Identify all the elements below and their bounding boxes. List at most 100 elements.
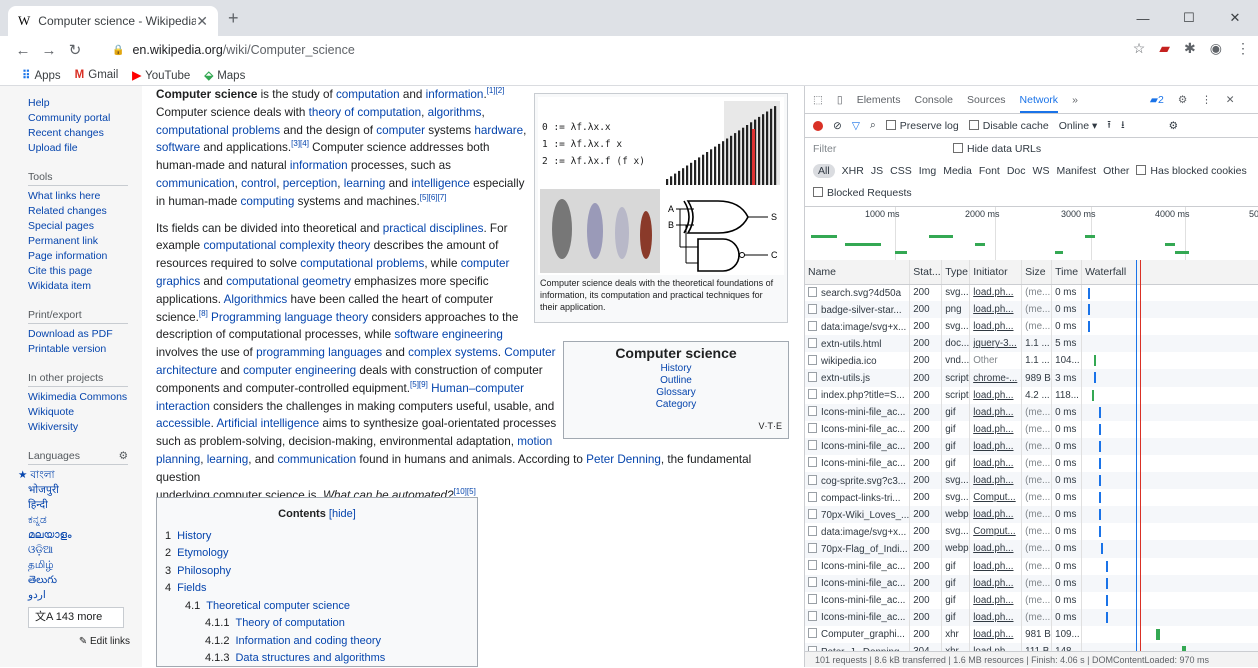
initiator-cell[interactable]: load.ph...: [969, 557, 1023, 575]
forward-icon[interactable]: →: [36, 42, 62, 59]
sidebar-link-recent-changes[interactable]: Recent changes: [28, 126, 142, 141]
devtools-tab-network[interactable]: Network: [1019, 94, 1059, 113]
has-blocked-cookies-checkbox[interactable]: Has blocked cookies: [1136, 165, 1247, 177]
type-filter-doc[interactable]: Doc: [1007, 165, 1026, 177]
initiator-cell[interactable]: load.ph...: [969, 591, 1023, 609]
navbox-link-history[interactable]: History: [564, 363, 788, 375]
navbox-link-category[interactable]: Category: [564, 399, 788, 411]
vte-links[interactable]: V·T·E: [759, 420, 783, 432]
network-request-row[interactable]: Icons-mini-file_ac... 200 gif load.ph... (me…: [805, 437, 1258, 455]
network-request-row[interactable]: Icons-mini-file_ac... 200 gif load.ph... (me…: [805, 608, 1258, 626]
pdf-extension-icon[interactable]: ▰: [1159, 40, 1170, 57]
type-filter-other[interactable]: Other: [1103, 165, 1129, 177]
initiator-cell[interactable]: load.ph...: [969, 540, 1023, 558]
article-link[interactable]: architecture: [156, 364, 217, 377]
sidebar-link-special-pages[interactable]: Special pages: [28, 219, 142, 234]
minimize-icon[interactable]: —: [1120, 0, 1166, 36]
bookmark-maps[interactable]: ⬙ Maps: [204, 68, 245, 82]
menu-kebab-icon[interactable]: ⋮: [1236, 40, 1250, 57]
toc-link[interactable]: Theory of computation: [235, 617, 344, 629]
edit-links[interactable]: ✎ Edit links: [28, 634, 130, 649]
link-computer[interactable]: computer: [376, 124, 425, 137]
article-link[interactable]: practical disciplines: [383, 222, 484, 235]
language-link[interactable]: తెలుగు: [28, 573, 142, 588]
devtools-tab-sources[interactable]: Sources: [967, 94, 1006, 106]
blocked-requests-checkbox[interactable]: Blocked Requests: [813, 187, 912, 199]
sidebar-link-what-links-here[interactable]: What links here: [28, 189, 142, 204]
devtools-close-icon[interactable]: ✕: [1226, 94, 1235, 106]
initiator-cell[interactable]: load.ph...: [969, 318, 1023, 336]
network-request-row[interactable]: Icons-mini-file_ac... 200 gif load.ph... (me…: [805, 574, 1258, 592]
article-link[interactable]: computer: [461, 257, 510, 270]
column-header-time[interactable]: Time: [1051, 260, 1083, 285]
link-learning[interactable]: learning: [344, 177, 386, 190]
link-information[interactable]: information: [426, 88, 484, 101]
column-header-size[interactable]: Size: [1021, 260, 1053, 285]
network-request-row[interactable]: data:image/svg+x... 200 svg... Comput... (me…: [805, 523, 1258, 541]
close-tab-icon[interactable]: ✕: [196, 13, 208, 30]
window-close-icon[interactable]: ✕: [1212, 0, 1258, 36]
sidebar-link-permanent-link[interactable]: Permanent link: [28, 234, 142, 249]
link-hardware[interactable]: hardware: [474, 124, 523, 137]
filter-input[interactable]: Filter: [813, 143, 913, 155]
link-computational-problems[interactable]: computational problems: [156, 124, 280, 137]
initiator-cell[interactable]: load.ph...: [969, 574, 1023, 592]
language-link[interactable]: ଓଡ଼ିଆ: [28, 543, 142, 558]
article-link[interactable]: Artificial intelligence: [216, 417, 319, 430]
extensions-puzzle-icon[interactable]: ✱: [1184, 40, 1196, 57]
devtools-tab-console[interactable]: Console: [914, 94, 953, 106]
article-link[interactable]: software engineering: [394, 328, 503, 341]
type-filter-font[interactable]: Font: [979, 165, 1000, 177]
sidebar-link-community-portal[interactable]: Community portal: [28, 111, 142, 126]
bookmark-youtube[interactable]: ▶ YouTube: [132, 68, 190, 82]
sidebar-link-wikimedia-commons[interactable]: Wikimedia Commons: [28, 390, 142, 405]
more-tabs-chevron-icon[interactable]: »: [1072, 94, 1078, 106]
citation[interactable]: [8]: [199, 309, 208, 318]
column-header-name[interactable]: Name: [805, 260, 911, 285]
link-computing[interactable]: computing: [240, 195, 294, 208]
export-har-icon[interactable]: ⭳: [1121, 117, 1125, 135]
network-request-row[interactable]: badge-silver-star... 200 png load.ph... (me.…: [805, 301, 1258, 319]
article-link[interactable]: communication: [278, 453, 357, 466]
initiator-cell[interactable]: load.ph...: [969, 301, 1023, 319]
toc-link[interactable]: Philosophy: [177, 565, 231, 577]
sidebar-link-help[interactable]: Help: [28, 96, 142, 111]
initiator-cell[interactable]: load.ph...: [969, 454, 1023, 473]
sidebar-link-related-changes[interactable]: Related changes: [28, 204, 142, 219]
sidebar-link-printable-version[interactable]: Printable version: [28, 342, 142, 357]
url-field[interactable]: 🔒 en.wikipedia.org/wiki/Computer_science: [112, 39, 355, 61]
initiator-cell[interactable]: load.ph...: [969, 437, 1023, 455]
hide-data-urls-checkbox[interactable]: Hide data URLs: [953, 143, 1041, 155]
sidebar-link-page-information[interactable]: Page information: [28, 249, 142, 264]
type-filter-ws[interactable]: WS: [1033, 165, 1050, 177]
article-link[interactable]: planning: [156, 453, 200, 466]
sidebar-link-cite-this-page[interactable]: Cite this page: [28, 264, 142, 279]
initiator-cell[interactable]: load.ph...: [969, 420, 1023, 438]
bookmark-apps[interactable]: ⠿ Apps: [22, 68, 61, 82]
sidebar-link-wikiquote[interactable]: Wikiquote: [28, 405, 142, 420]
column-header-stat[interactable]: Stat...: [909, 260, 943, 285]
citation[interactable]: [1][2]: [487, 86, 505, 95]
network-request-row[interactable]: wikipedia.ico 200 vnd... Other 1.1 ... 104...: [805, 352, 1258, 370]
link-intelligence[interactable]: intelligence: [411, 177, 469, 190]
language-link[interactable]: हिन्दी: [28, 498, 142, 513]
link-software[interactable]: software: [156, 141, 200, 154]
language-link[interactable]: ★ বাংলা: [18, 468, 142, 483]
initiator-cell[interactable]: jquery-3...: [969, 335, 1023, 353]
network-request-row[interactable]: extn-utils.js 200 script chrome-... 989 B3 m…: [805, 369, 1258, 387]
link-theory-of-computation[interactable]: theory of computation: [309, 106, 421, 119]
language-link[interactable]: தமிழ்: [28, 558, 142, 573]
toc-link[interactable]: History: [177, 530, 211, 542]
toc-item[interactable]: 4.1 Theoretical computer science: [165, 598, 469, 616]
issues-badge[interactable]: ▰2: [1150, 94, 1164, 106]
article-link[interactable]: interaction: [156, 400, 210, 413]
link-communication[interactable]: communication: [156, 177, 235, 190]
preserve-log-checkbox[interactable]: Preserve log: [885, 119, 959, 132]
article-link[interactable]: Human–computer: [431, 382, 524, 395]
type-filter-css[interactable]: CSS: [890, 165, 912, 177]
article-link[interactable]: learning: [207, 453, 249, 466]
throttling-select[interactable]: Online ▾: [1059, 120, 1098, 132]
type-filter-js[interactable]: JS: [871, 165, 883, 177]
clear-icon[interactable]: ⊘: [833, 120, 842, 132]
network-settings-gear-icon[interactable]: ⚙: [1169, 120, 1178, 132]
